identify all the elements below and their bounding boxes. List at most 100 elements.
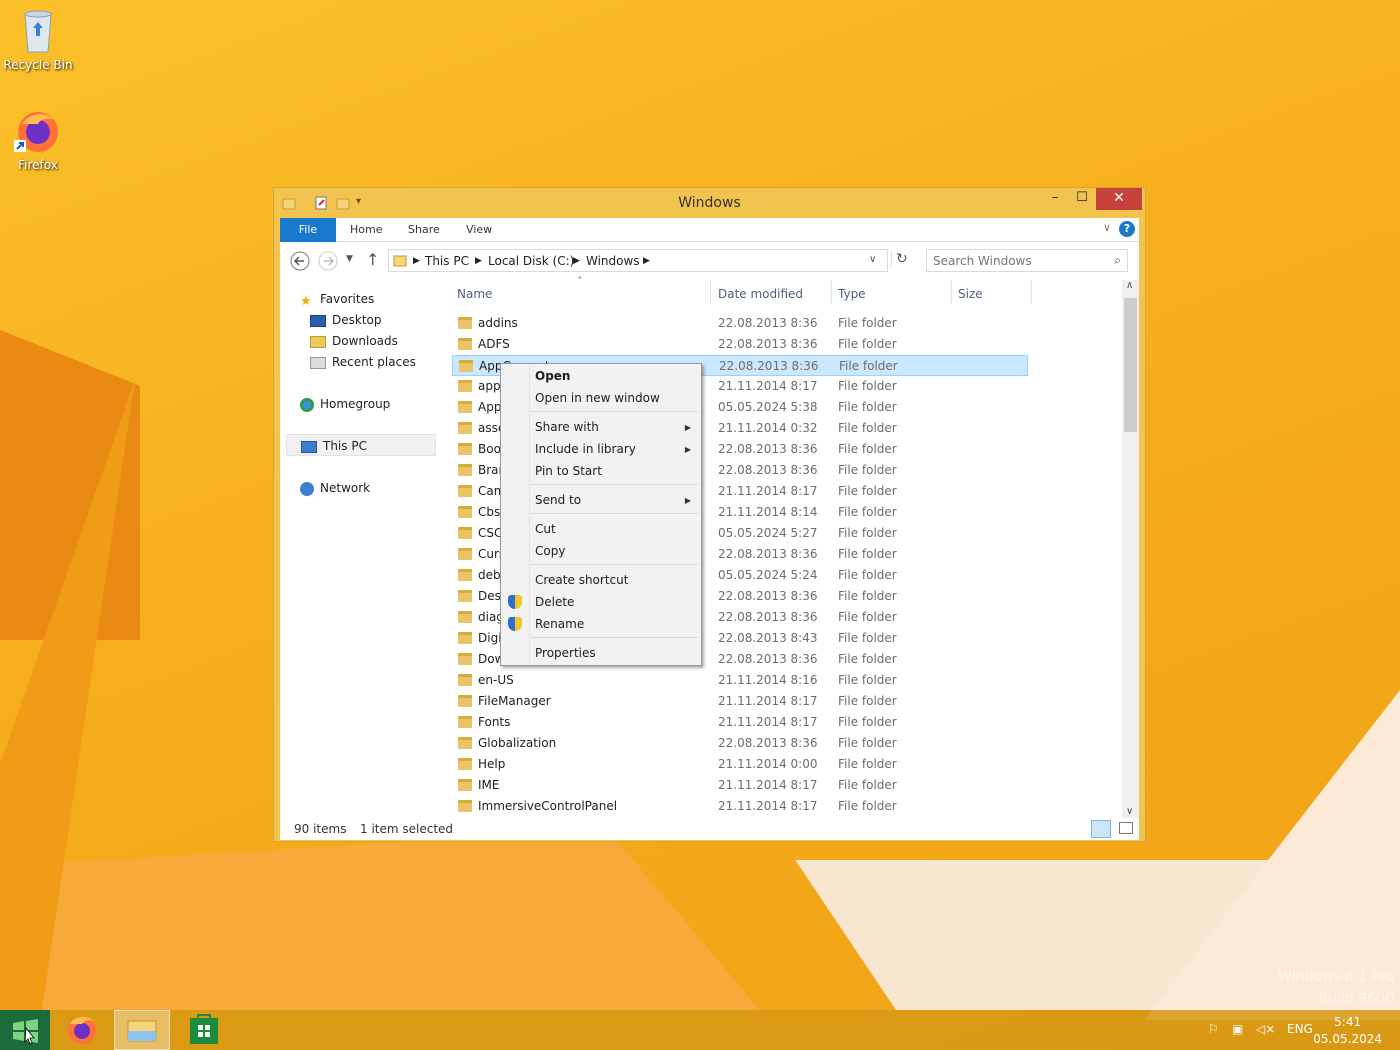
file-type: File folder: [838, 673, 897, 687]
menu-item-share-with[interactable]: Share with: [535, 420, 599, 434]
scroll-up-icon[interactable]: ∧: [1126, 280, 1133, 291]
chevron-right-icon[interactable]: ▶: [643, 256, 650, 266]
desktop-icon: [310, 314, 326, 327]
file-date-modified: 22.08.2013 8:36: [718, 316, 818, 330]
file-type: File folder: [838, 400, 897, 414]
file-date-modified: 22.08.2013 8:36: [718, 652, 818, 666]
file-type: File folder: [838, 484, 897, 498]
taskbar-firefox[interactable]: [54, 1010, 110, 1050]
help-icon[interactable]: ?: [1119, 221, 1135, 237]
address-history-icon[interactable]: ∨: [869, 254, 876, 265]
chevron-right-icon[interactable]: ▶: [413, 256, 420, 266]
breadcrumb-windows[interactable]: Windows: [586, 254, 640, 268]
column-divider[interactable]: [710, 280, 711, 304]
table-row[interactable]: Fonts 21.11.2014 8:17 File folder: [452, 712, 1028, 733]
sort-ascending-icon: ⌃: [576, 276, 584, 286]
start-button[interactable]: [0, 1010, 50, 1050]
column-header-size[interactable]: Size: [958, 287, 983, 301]
taskbar-store[interactable]: [176, 1010, 232, 1050]
nav-homegroup[interactable]: Homegroup: [300, 397, 390, 412]
column-header-name[interactable]: Name: [457, 287, 492, 301]
file-type: File folder: [838, 463, 897, 477]
menu-item-open[interactable]: Open: [535, 369, 570, 383]
table-row[interactable]: ADFS 22.08.2013 8:36 File folder: [452, 334, 1028, 355]
folder-icon: [458, 317, 472, 329]
column-divider[interactable]: [1031, 280, 1032, 304]
table-row[interactable]: en-US 21.11.2014 8:16 File folder: [452, 670, 1028, 691]
table-row[interactable]: Globalization 22.08.2013 8:36 File folder: [452, 733, 1028, 754]
breadcrumb-this-pc[interactable]: This PC: [425, 254, 469, 268]
shield-icon: [508, 595, 522, 609]
forward-icon[interactable]: [318, 251, 338, 275]
expand-ribbon-icon[interactable]: ∨: [1103, 221, 1111, 234]
nav-recent-places[interactable]: Recent places: [310, 355, 416, 369]
menu-item-include-in-library[interactable]: Include in library: [535, 442, 636, 456]
search-icon[interactable]: ⌕: [1114, 253, 1121, 268]
large-icons-view-icon[interactable]: [1119, 822, 1133, 834]
nav-network[interactable]: Network: [300, 481, 370, 496]
title-bar[interactable]: ▾ Windows – ☐ ✕: [274, 188, 1145, 218]
nav-favorites[interactable]: ★ Favorites: [300, 292, 374, 309]
menu-item-delete[interactable]: Delete: [535, 595, 574, 609]
scrollbar-thumb[interactable]: [1124, 298, 1137, 432]
table-row[interactable]: ImmersiveControlPanel 21.11.2014 8:17 File…: [452, 796, 1028, 817]
volume-muted-icon[interactable]: ◁×: [1256, 1022, 1275, 1036]
table-row[interactable]: IME 21.11.2014 8:17 File folder: [452, 775, 1028, 796]
menu-item-copy[interactable]: Copy: [535, 544, 565, 558]
tab-view[interactable]: View: [466, 218, 492, 242]
file-name: ImmersiveControlPanel: [478, 799, 618, 813]
nav-desktop[interactable]: Desktop: [310, 313, 382, 327]
up-icon[interactable]: ↑: [366, 250, 379, 269]
column-header-type[interactable]: Type: [838, 287, 866, 301]
recent-locations-icon[interactable]: ▼: [346, 254, 353, 264]
table-row[interactable]: addins 22.08.2013 8:36 File folder: [452, 313, 1028, 334]
tab-home[interactable]: Home: [350, 218, 382, 242]
column-header-date[interactable]: Date modified: [718, 287, 803, 301]
file-type: File folder: [838, 421, 897, 435]
breadcrumb-local-disk[interactable]: Local Disk (C:): [488, 254, 574, 268]
desktop-icon-recycle-bin[interactable]: Recycle Bin: [0, 8, 76, 72]
nav-this-pc[interactable]: This PC: [286, 434, 436, 456]
folder-icon: [458, 380, 472, 392]
folder-icon: [458, 401, 472, 413]
chevron-right-icon[interactable]: ▶: [475, 256, 482, 266]
file-name: Fonts: [478, 715, 511, 729]
chevron-right-icon[interactable]: ▶: [573, 256, 580, 266]
network-status-icon[interactable]: ▣: [1232, 1022, 1243, 1036]
maximize-button[interactable]: ☐: [1067, 188, 1097, 210]
menu-item-open-new-window[interactable]: Open in new window: [535, 391, 660, 405]
menu-item-properties[interactable]: Properties: [535, 646, 596, 660]
menu-item-rename[interactable]: Rename: [535, 617, 584, 631]
column-divider[interactable]: [951, 280, 952, 304]
table-row[interactable]: Help 21.11.2014 0:00 File folder: [452, 754, 1028, 775]
details-view-icon[interactable]: [1091, 820, 1111, 838]
vertical-scrollbar[interactable]: ∧ ∨: [1122, 280, 1139, 818]
menu-item-create-shortcut[interactable]: Create shortcut: [535, 573, 628, 587]
folder-icon: [459, 360, 473, 372]
clock-date: 05.05.2024: [1313, 1032, 1382, 1046]
back-icon[interactable]: [290, 251, 310, 275]
search-box[interactable]: ⌕: [926, 249, 1128, 272]
close-button[interactable]: ✕: [1096, 188, 1142, 210]
refresh-icon[interactable]: ↻: [891, 251, 908, 267]
menu-item-cut[interactable]: Cut: [535, 522, 556, 536]
tab-share[interactable]: Share: [408, 218, 440, 242]
menu-item-pin-to-start[interactable]: Pin to Start: [535, 464, 602, 478]
search-input[interactable]: [933, 254, 1103, 268]
action-center-flag-icon[interactable]: ⚐: [1208, 1022, 1219, 1036]
desktop-icon-firefox[interactable]: Firefox: [0, 110, 76, 172]
folder-icon: [458, 716, 472, 728]
taskbar-file-explorer[interactable]: [114, 1010, 170, 1050]
system-clock[interactable]: 5:41 05.05.2024: [1313, 1014, 1382, 1048]
input-language[interactable]: ENG: [1287, 1022, 1313, 1036]
table-row[interactable]: FileManager 21.11.2014 8:17 File folder: [452, 691, 1028, 712]
minimize-button[interactable]: –: [1040, 188, 1070, 210]
nav-downloads[interactable]: Downloads: [310, 334, 398, 348]
folder-icon: [458, 758, 472, 770]
scroll-down-icon[interactable]: ∨: [1126, 806, 1133, 817]
menu-item-send-to[interactable]: Send to: [535, 493, 581, 507]
file-date-modified: 22.08.2013 8:36: [718, 442, 818, 456]
tab-file[interactable]: File: [280, 218, 336, 242]
column-divider[interactable]: [831, 280, 832, 304]
address-box[interactable]: ▶ This PC ▶ Local Disk (C:) ▶ Windows ▶ …: [388, 249, 908, 272]
